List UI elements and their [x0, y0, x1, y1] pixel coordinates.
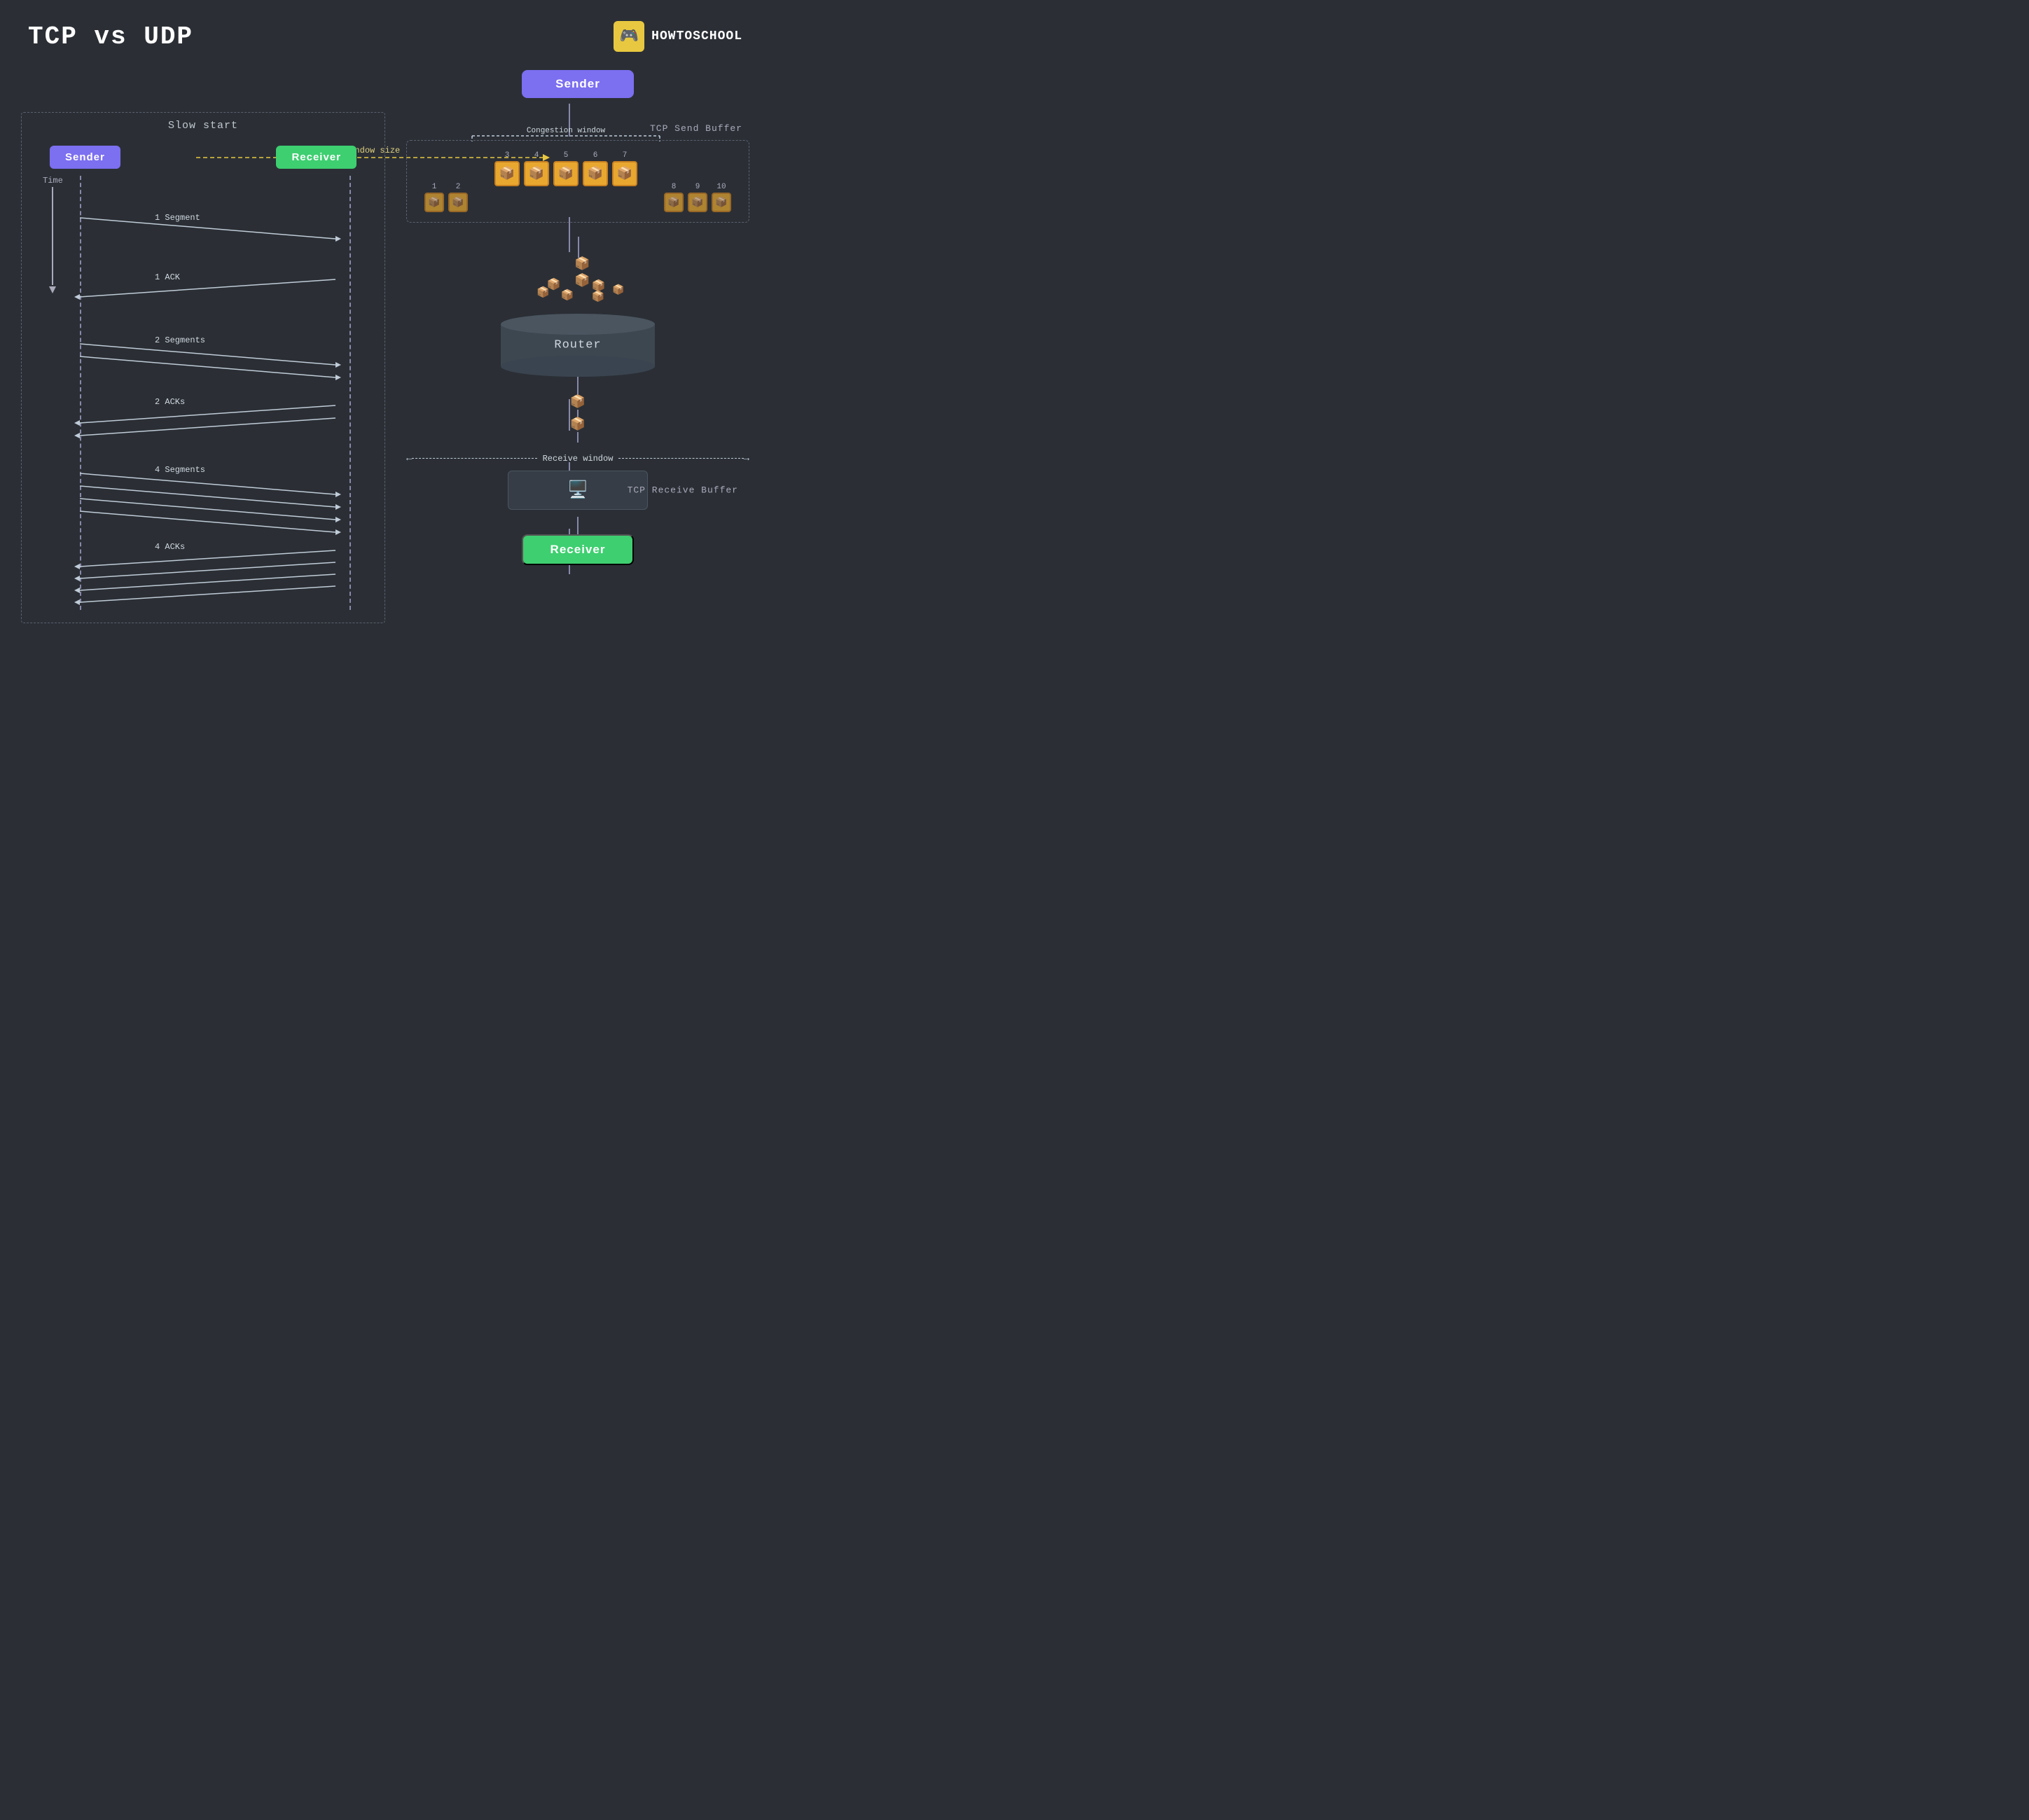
main-container: calculate window size TCP vs UDP 🎮 HOWTO…: [0, 0, 770, 693]
falling-packets-area: 📦 📦 📦 📦 📦 📦 📦 📦: [406, 237, 749, 314]
packet-9: 9 📦: [688, 183, 707, 212]
logo-area: 🎮 HOWTOSCHOOL: [614, 21, 742, 52]
packet-1: 1 📦: [424, 183, 444, 212]
packets-container: 1 📦 2 📦 3 📦: [424, 151, 731, 212]
logo-text: HOWTOSCHOOL: [651, 29, 742, 43]
falling-packet-b: 📦: [574, 273, 590, 289]
rw-line-left: [412, 458, 536, 459]
packet-4: 4 📦: [524, 151, 549, 186]
router-down-line-1: [577, 377, 579, 394]
packet-box-4: 📦: [524, 161, 549, 186]
tcp-receive-buffer-wrapper: 🖥️ TCP Receive Buffer: [508, 471, 648, 510]
router-bottom: [501, 356, 655, 377]
router-wrapper: Router: [501, 314, 655, 377]
packet-box-6: 📦: [583, 161, 608, 186]
packet-6: 6 📦: [583, 151, 608, 186]
packet-box-2: 📦: [448, 193, 468, 212]
left-panel: Slow start Sender Receiver Time 1 Segmen…: [21, 112, 385, 623]
router-down-line-3: [577, 432, 579, 443]
logo-icon: 🎮: [614, 21, 644, 52]
tcp-receive-buffer-label: TCP Receive Buffer: [628, 485, 738, 496]
packet-3: 3 📦: [494, 151, 520, 186]
packet-10: 10 📦: [712, 183, 731, 212]
router-top: [501, 314, 655, 335]
falling-packet-e: 📦: [536, 286, 550, 299]
packet-box-5: 📦: [553, 161, 579, 186]
tcp-send-buffer-container: TCP Send Buffer 1 📦 2 📦: [406, 140, 749, 223]
packet-8: 8 📦: [664, 183, 684, 212]
tcp-send-buffer-label: TCP Send Buffer: [650, 123, 742, 134]
packet-2: 2 📦: [448, 183, 468, 212]
packet-box-8: 📦: [664, 193, 684, 212]
rw-right-arrow: →: [744, 453, 749, 464]
falling-packet-g: 📦: [592, 290, 605, 303]
receive-window-section: ← Receive window →: [406, 453, 749, 467]
svg-text:2 ACKs: 2 ACKs: [155, 397, 185, 407]
packet-box-9: 📦: [688, 193, 707, 212]
packet-box-1: 📦: [424, 193, 444, 212]
router-packet-out-1: 📦: [570, 394, 586, 410]
falling-packet-f: 📦: [561, 289, 574, 302]
svg-text:4 ACKs: 4 ACKs: [155, 542, 185, 552]
sequence-diagram: Time 1 Segment 1 ACK 2 Segments: [29, 176, 378, 610]
congestion-window-area: 1 📦 2 📦 3 📦: [417, 151, 738, 212]
router-label: Router: [554, 339, 601, 352]
buffer-to-receiver-line: [577, 517, 579, 534]
svg-text:1 ACK: 1 ACK: [155, 272, 181, 282]
congestion-window-label: Congestion window: [472, 127, 660, 135]
right-panel: Sender TCP Send Buffer 1 📦 2: [406, 70, 749, 565]
packet-box-7: 📦: [612, 161, 637, 186]
buffer-to-fall-line: [578, 237, 579, 258]
congestion-packets: 3 📦 4 📦 5 📦: [494, 151, 637, 186]
svg-text:4 Segments: 4 Segments: [155, 465, 205, 475]
sender-button-top[interactable]: Sender: [522, 70, 634, 98]
sender-button-left[interactable]: Sender: [50, 146, 120, 169]
packet-box-3: 📦: [494, 161, 520, 186]
tcp-send-buffer: 1 📦 2 📦 3 📦: [406, 140, 749, 223]
congestion-window-wrapper: 3 📦 4 📦 5 📦: [472, 151, 660, 212]
slow-start-label: Slow start: [29, 120, 378, 132]
sequence-arrows-svg: 1 Segment 1 ACK 2 Segments 2 ACKs: [29, 176, 378, 610]
tcp-receive-buffer: 🖥️ TCP Receive Buffer: [508, 471, 648, 510]
packet-5: 5 📦: [553, 151, 579, 186]
svg-text:1 Segment: 1 Segment: [155, 213, 200, 223]
page-title: TCP vs UDP: [28, 22, 193, 51]
receiver-button-left[interactable]: Receiver: [276, 146, 356, 169]
router-packet-out-2: 📦: [570, 417, 586, 432]
rw-line-right: [618, 458, 743, 459]
svg-text:2 Segments: 2 Segments: [155, 335, 205, 345]
receiver-button-bottom[interactable]: Receiver: [522, 534, 634, 565]
receive-icon: 🖥️: [567, 480, 588, 501]
falling-packet-h: 📦: [612, 284, 624, 296]
packet-box-10: 📦: [712, 193, 731, 212]
rw-left-arrow: ←: [406, 453, 412, 464]
router-down-line-2: [577, 410, 579, 417]
header: TCP vs UDP 🎮 HOWTOSCHOOL: [28, 21, 742, 52]
falling-packet-a: 📦: [574, 256, 590, 272]
sender-receiver-row: Sender Receiver: [29, 146, 378, 169]
cong-bracket-visual: Congestion window: [472, 129, 660, 155]
receive-window-bracket: ← Receive window →: [406, 453, 749, 464]
receive-window-label: Receive window: [537, 454, 619, 464]
router-section: 📦 📦 📦 📦 📦 📦 📦 📦 Router 📦 📦: [406, 237, 749, 565]
packet-7: 7 📦: [612, 151, 637, 186]
receiver-bottom-row: Receiver: [522, 534, 634, 565]
